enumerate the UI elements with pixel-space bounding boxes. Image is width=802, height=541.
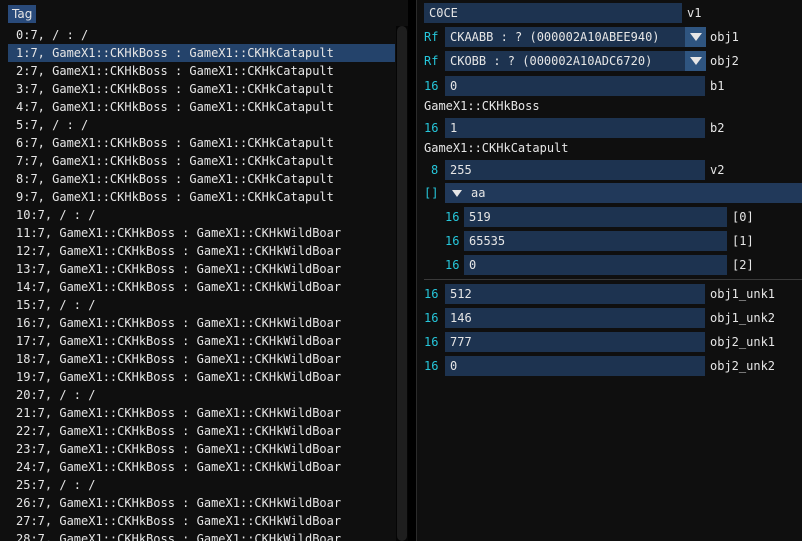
obj2-unk2-label: obj2_unk2 [710,359,776,373]
obj2-unk1-field[interactable]: 777 [445,332,705,352]
scrollbar-thumb[interactable] [397,26,407,541]
tag-tab[interactable]: Tag [8,5,37,23]
v2-label: v2 [710,163,725,177]
obj1-unk2-label: obj1_unk2 [710,311,776,325]
tag-list-item[interactable]: 27:7, GameX1::CKHkBoss : GameX1::CKHkWil… [8,512,395,530]
tag-list-item[interactable]: 14:7, GameX1::CKHkBoss : GameX1::CKHkWil… [8,278,395,296]
tag-list-item[interactable]: 25:7, / : / [8,476,395,494]
tag-list-item[interactable]: 5:7, / : / [8,116,395,134]
aa-0-type-indicator: 16 [445,210,460,224]
tag-list-item[interactable]: 23:7, GameX1::CKHkBoss : GameX1::CKHkWil… [8,440,395,458]
obj1-unk1-field[interactable]: 512 [445,284,705,304]
tag-list-item[interactable]: 12:7, GameX1::CKHkBoss : GameX1::CKHkWil… [8,242,395,260]
obj2-unk1-label: obj2_unk1 [710,335,776,349]
v1-label: v1 [687,6,702,20]
obj2-label: obj2 [710,54,739,68]
tag-list-item[interactable]: 19:7, GameX1::CKHkBoss : GameX1::CKHkWil… [8,368,395,386]
tag-list-item[interactable]: 0:7, / : / [8,26,395,44]
tag-list-item[interactable]: 15:7, / : / [8,296,395,314]
tag-list-item[interactable]: 11:7, GameX1::CKHkBoss : GameX1::CKHkWil… [8,224,395,242]
tag-list-item[interactable]: 6:7, GameX1::CKHkBoss : GameX1::CKHkCata… [8,134,395,152]
v2-type-indicator: 8 [431,163,439,177]
b2-type-indicator: 16 [424,121,439,135]
tag-list-item[interactable]: 2:7, GameX1::CKHkBoss : GameX1::CKHkCata… [8,62,395,80]
tag-list-item[interactable]: 18:7, GameX1::CKHkBoss : GameX1::CKHkWil… [8,350,395,368]
b1-type-indicator: 16 [424,79,439,93]
obj1-label: obj1 [710,30,739,44]
aa-1-type-indicator: 16 [445,234,460,248]
tag-list-item[interactable]: 28:7, GameX1::CKHkBoss : GameX1::CKHkWil… [8,530,395,541]
class-label-boss: GameX1::CKHkBoss [424,99,540,113]
tag-list-item[interactable]: 24:7, GameX1::CKHkBoss : GameX1::CKHkWil… [8,458,395,476]
tag-list[interactable]: 0:7, / : /1:7, GameX1::CKHkBoss : GameX1… [8,26,395,541]
obj1-ref-indicator: Rf [424,30,439,44]
tag-list-item[interactable]: 1:7, GameX1::CKHkBoss : GameX1::CKHkCata… [8,44,395,62]
chevron-down-icon[interactable] [685,27,706,47]
v1-field[interactable]: C0CE [424,3,682,23]
separator [424,279,802,280]
b1-field[interactable]: 0 [445,76,705,96]
tag-list-item[interactable]: 17:7, GameX1::CKHkBoss : GameX1::CKHkWil… [8,332,395,350]
obj2-unk2-type-indicator: 16 [424,359,439,373]
tag-list-item[interactable]: 22:7, GameX1::CKHkBoss : GameX1::CKHkWil… [8,422,395,440]
tag-list-item[interactable]: 10:7, / : / [8,206,395,224]
obj1-unk2-field[interactable]: 146 [445,308,705,328]
tag-list-item[interactable]: 3:7, GameX1::CKHkBoss : GameX1::CKHkCata… [8,80,395,98]
properties-panel: C0CE v1 Rf CKAABB : ? (000002A10ABEE940)… [417,0,802,541]
aa-label: aa [471,186,486,200]
tag-list-item[interactable]: 4:7, GameX1::CKHkBoss : GameX1::CKHkCata… [8,98,395,116]
tag-panel: Tag 0:7, / : /1:7, GameX1::CKHkBoss : Ga… [0,0,408,541]
b1-label: b1 [710,79,725,93]
aa-2-type-indicator: 16 [445,258,460,272]
tag-list-item[interactable]: 13:7, GameX1::CKHkBoss : GameX1::CKHkWil… [8,260,395,278]
aa-2-label: [2] [732,258,754,272]
aa-0-label: [0] [732,210,754,224]
v2-field[interactable]: 255 [445,160,705,180]
obj1-unk1-type-indicator: 16 [424,287,439,301]
obj2-unk2-field[interactable]: 0 [445,356,705,376]
obj1-unk2-type-indicator: 16 [424,311,439,325]
b2-label: b2 [710,121,725,135]
tag-list-item[interactable]: 16:7, GameX1::CKHkBoss : GameX1::CKHkWil… [8,314,395,332]
aa-array-header[interactable]: aa [445,183,802,203]
aa-1-label: [1] [732,234,754,248]
tag-list-item[interactable]: 20:7, / : / [8,386,395,404]
class-label-catapult: GameX1::CKHkCatapult [424,141,569,155]
aa-2-field[interactable]: 0 [464,255,727,275]
chevron-down-icon[interactable] [685,51,706,71]
aa-1-field[interactable]: 65535 [464,231,727,251]
tag-list-item[interactable]: 21:7, GameX1::CKHkBoss : GameX1::CKHkWil… [8,404,395,422]
obj2-select[interactable]: CKOBB : ? (000002A10ADC6720) [445,51,685,71]
chevron-down-icon [452,190,462,197]
tag-list-scrollbar[interactable] [396,26,408,541]
tag-list-item[interactable]: 8:7, GameX1::CKHkBoss : GameX1::CKHkCata… [8,170,395,188]
aa-0-field[interactable]: 519 [464,207,727,227]
obj1-select[interactable]: CKAABB : ? (000002A10ABEE940) [445,27,685,47]
b2-field[interactable]: 1 [445,118,705,138]
obj2-ref-indicator: Rf [424,54,439,68]
obj2-unk1-type-indicator: 16 [424,335,439,349]
tag-list-item[interactable]: 26:7, GameX1::CKHkBoss : GameX1::CKHkWil… [8,494,395,512]
obj1-unk1-label: obj1_unk1 [710,287,776,301]
aa-array-indicator: [] [424,186,439,200]
tag-list-item[interactable]: 7:7, GameX1::CKHkBoss : GameX1::CKHkCata… [8,152,395,170]
tag-list-item[interactable]: 9:7, GameX1::CKHkBoss : GameX1::CKHkCata… [8,188,395,206]
